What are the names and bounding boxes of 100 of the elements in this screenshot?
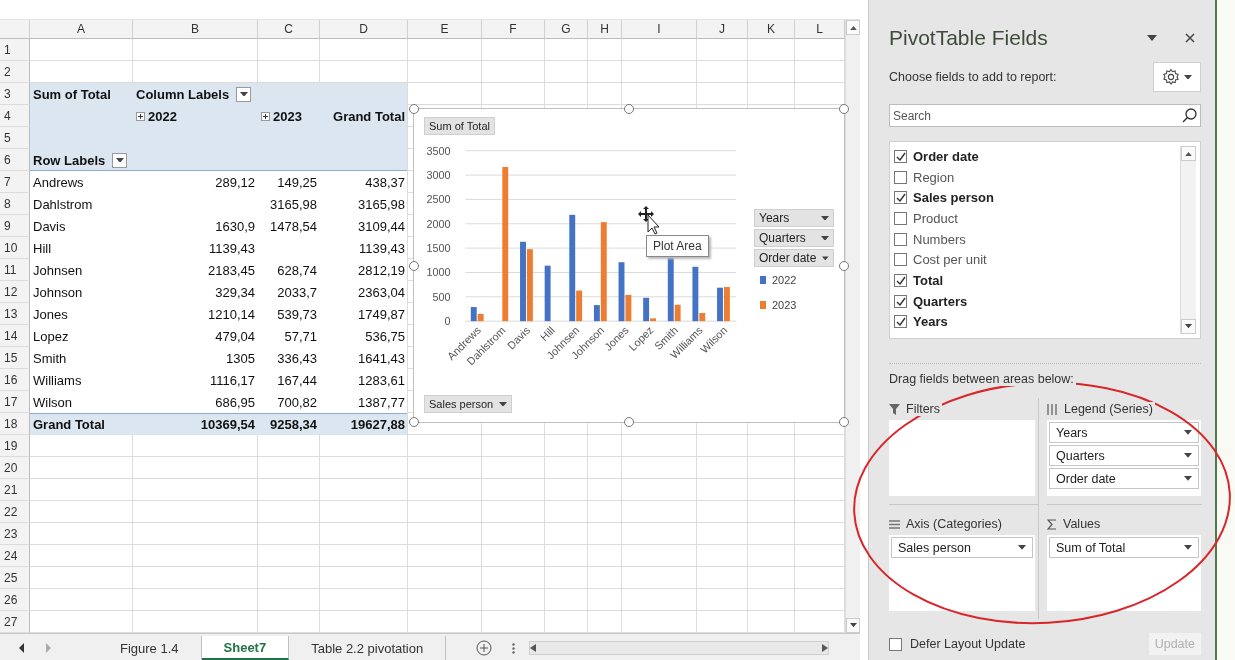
field-label[interactable]: Years [913, 314, 948, 330]
scroll-up-button[interactable] [846, 20, 860, 35]
add-sheet-icon[interactable] [476, 640, 493, 656]
row-number[interactable]: 16 [0, 369, 30, 391]
field-label[interactable]: Order date [913, 148, 979, 164]
checkbox[interactable] [894, 170, 907, 184]
field-button[interactable]: Sales person [424, 395, 513, 413]
area-field-item[interactable]: Order date [1049, 468, 1199, 489]
row-number[interactable]: 26 [0, 589, 30, 611]
column-header[interactable]: F [482, 20, 545, 39]
row-number[interactable]: 27 [0, 611, 30, 633]
resize-handle[interactable] [624, 417, 634, 427]
field-label[interactable]: Region [913, 169, 955, 185]
sheet-tab[interactable]: Table 2.2 pivotation [289, 636, 447, 660]
row-number[interactable]: 22 [0, 501, 30, 523]
field-label[interactable]: Sales person [913, 190, 994, 206]
field-button[interactable]: Sum of Total [424, 117, 495, 135]
row-number[interactable]: 12 [0, 281, 30, 303]
checkbox[interactable] [894, 149, 907, 163]
row-number[interactable]: 25 [0, 567, 30, 589]
more-dots-icon[interactable] [512, 643, 516, 654]
vertical-scrollbar[interactable] [845, 20, 860, 633]
area-field-item[interactable]: Quarters [1049, 445, 1199, 466]
scroll-down-button[interactable] [846, 618, 860, 633]
row-number[interactable]: 14 [0, 325, 30, 347]
area-field-item[interactable]: Sales person [891, 537, 1033, 558]
column-header[interactable]: E [408, 20, 482, 39]
row-number[interactable]: 24 [0, 545, 30, 567]
checkbox[interactable] [894, 232, 907, 246]
row-number[interactable]: 23 [0, 523, 30, 545]
resize-handle[interactable] [409, 417, 419, 427]
row-number[interactable]: 5 [0, 127, 30, 149]
column-header[interactable]: C [258, 20, 320, 39]
column-header[interactable]: A [30, 20, 133, 39]
row-number[interactable]: 17 [0, 391, 30, 413]
area-field-item[interactable]: Years [1049, 422, 1199, 443]
column-header[interactable]: B [133, 20, 258, 39]
resize-handle[interactable] [409, 104, 419, 114]
checkbox[interactable] [894, 273, 907, 287]
row-number[interactable]: 4 [0, 105, 30, 127]
checkbox-label[interactable]: Defer Layout Update [910, 637, 1026, 651]
table-cell-text: 1139,43 [207, 239, 256, 258]
column-header[interactable]: I [622, 20, 697, 39]
row-number[interactable]: 21 [0, 479, 30, 501]
field-label[interactable]: Quarters [913, 293, 968, 309]
scroll-down-button[interactable] [1181, 319, 1196, 334]
row-number[interactable]: 11 [0, 259, 30, 281]
legend-label: 2023 [772, 299, 797, 311]
checkbox[interactable] [894, 211, 907, 225]
field-label[interactable]: Numbers [913, 231, 966, 247]
horizontal-scrollbar[interactable] [529, 641, 830, 655]
row-number[interactable]: 10 [0, 237, 30, 259]
row-number[interactable]: 18 [0, 413, 30, 435]
list-scrollbar[interactable] [1180, 146, 1196, 334]
area-field-item[interactable]: Sum of Total [1049, 537, 1199, 558]
drop-area[interactable]: Sales person [889, 535, 1035, 611]
sheet-tab[interactable]: Sheet7 [201, 636, 290, 660]
field-label[interactable]: Product [913, 210, 958, 226]
row-number[interactable]: 6 [0, 149, 30, 171]
checkbox[interactable] [889, 637, 902, 651]
field-label[interactable]: Total [913, 272, 944, 288]
tools-button[interactable] [1153, 62, 1201, 92]
row-number[interactable]: 3 [0, 83, 30, 105]
checkbox[interactable] [894, 315, 907, 329]
field-button[interactable]: Order date [754, 249, 834, 267]
row-number[interactable]: 2 [0, 61, 30, 83]
row-number[interactable]: 13 [0, 303, 30, 325]
expand-icon[interactable] [261, 111, 270, 121]
column-header[interactable]: L [795, 20, 845, 39]
row-number[interactable]: 1 [0, 39, 30, 61]
field-button[interactable]: Years [754, 209, 834, 227]
column-header[interactable]: J [697, 20, 748, 39]
sheet-tab[interactable]: Figure 1.4 [98, 636, 202, 660]
search-field[interactable]: Search [889, 104, 1201, 127]
header-label: 2023 [273, 108, 302, 124]
drop-area[interactable]: Sum of Total [1047, 535, 1201, 611]
row-number[interactable]: 20 [0, 457, 30, 479]
row-number[interactable]: 8 [0, 193, 30, 215]
column-header[interactable]: G [545, 20, 588, 39]
filter-dropdown-button[interactable] [112, 152, 128, 168]
row-number[interactable]: 19 [0, 435, 30, 457]
checkbox[interactable] [894, 294, 907, 308]
area-field-label: Years [1056, 425, 1088, 440]
expand-icon[interactable] [136, 111, 145, 121]
checkbox[interactable] [894, 191, 907, 205]
resize-handle[interactable] [624, 104, 634, 114]
column-header[interactable]: H [588, 20, 622, 39]
close-icon[interactable] [1185, 33, 1195, 43]
column-header[interactable]: D [320, 20, 408, 39]
row-number[interactable]: 7 [0, 171, 30, 193]
resize-handle[interactable] [409, 260, 419, 271]
checkbox[interactable] [894, 253, 907, 267]
field-button[interactable]: Quarters [754, 229, 834, 247]
column-header[interactable]: K [748, 20, 795, 39]
scroll-up-button[interactable] [1181, 146, 1196, 161]
filter-dropdown-button[interactable] [236, 86, 252, 102]
row-number[interactable]: 9 [0, 215, 30, 237]
drop-area[interactable]: Years Quarters Order date [1047, 420, 1201, 496]
field-label[interactable]: Cost per unit [913, 252, 987, 268]
row-number[interactable]: 15 [0, 347, 30, 369]
